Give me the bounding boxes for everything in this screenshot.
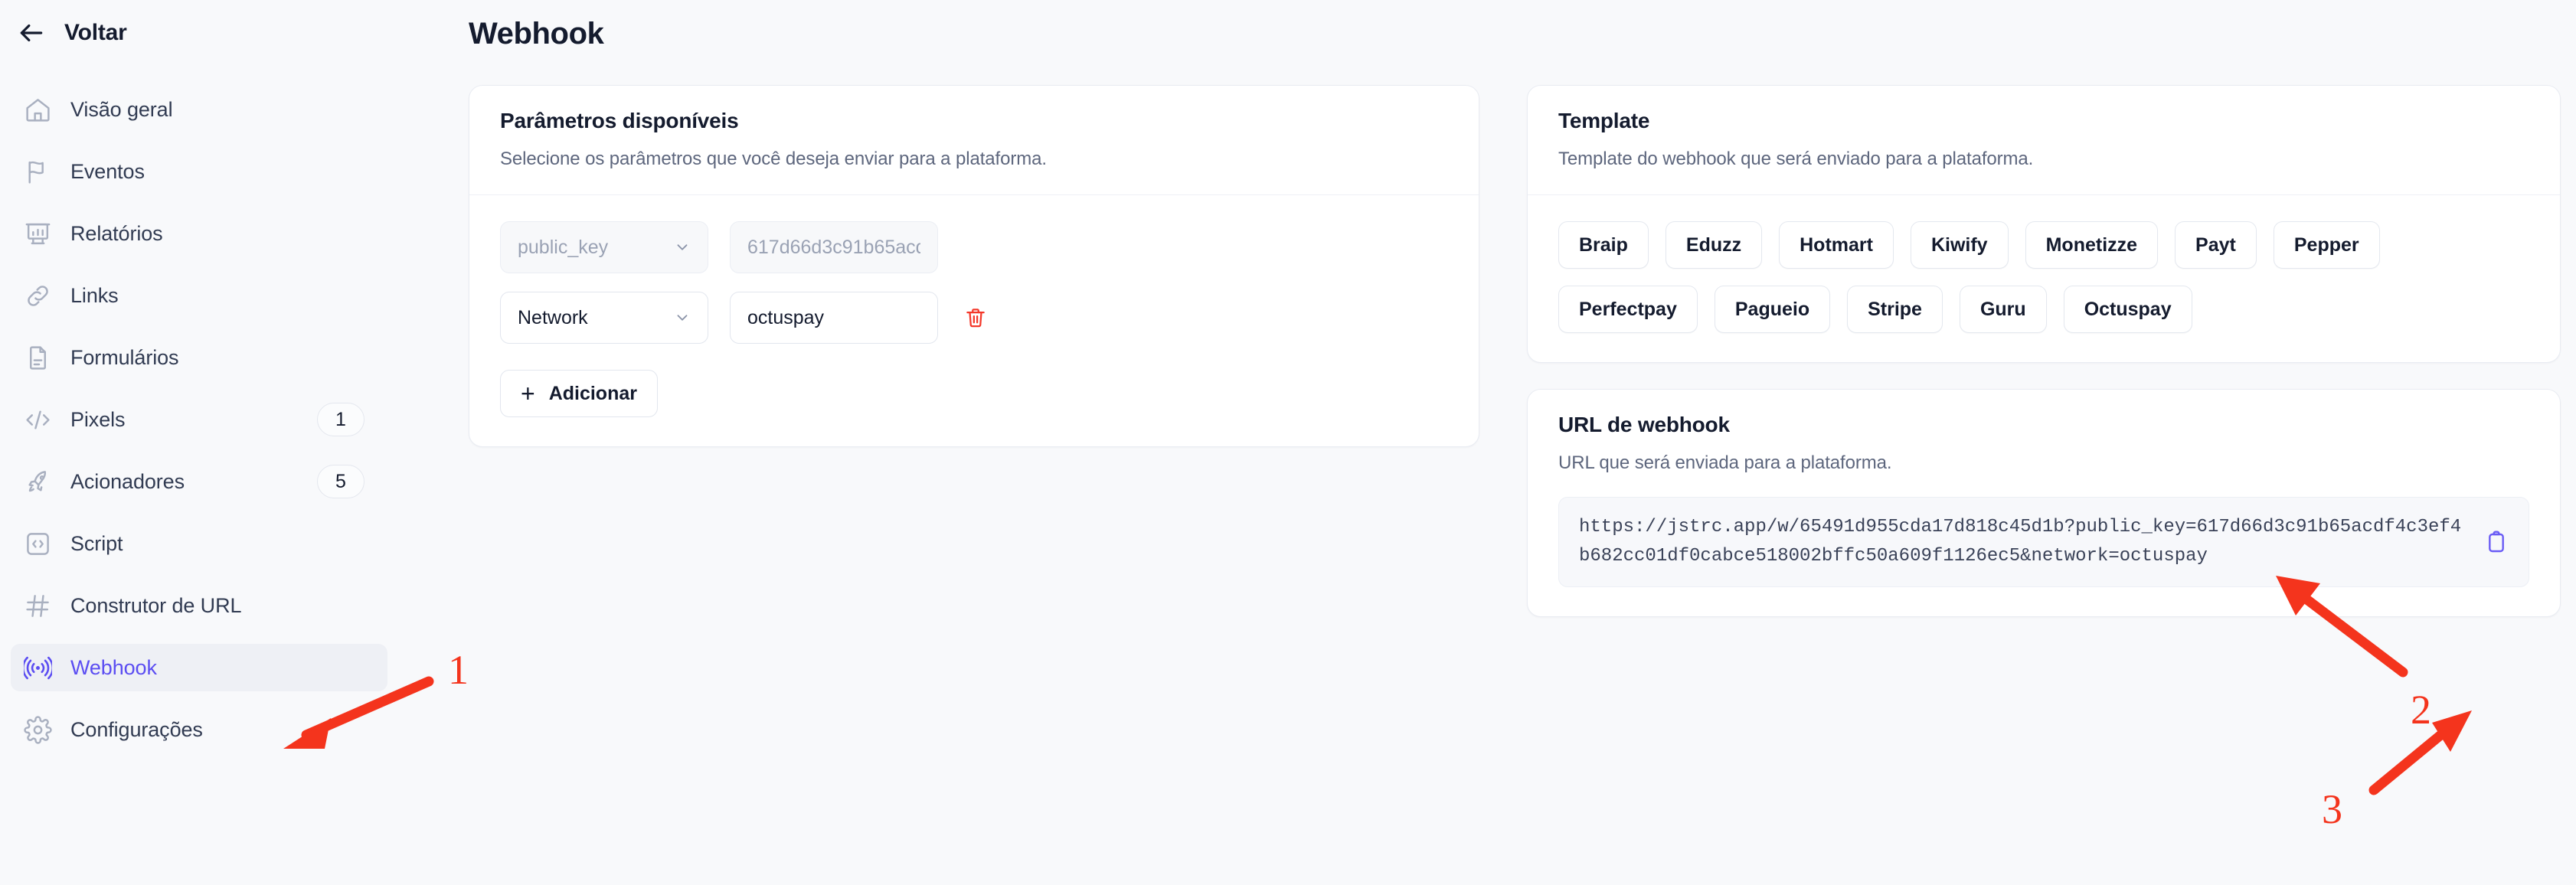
sidebar-item-visao-geral[interactable]: Visão geral <box>11 86 387 133</box>
parameter-select-network[interactable]: Network <box>500 292 708 344</box>
sidebar-item-label: Webhook <box>70 655 157 679</box>
template-option-guru[interactable]: Guru <box>1959 286 2047 333</box>
template-card-header: Template Template do webhook que será en… <box>1528 86 2560 195</box>
parameter-value-text: 617d66d3c91b65acdf4c3ef4b682c <box>747 236 920 258</box>
chart-icon <box>23 219 52 248</box>
sidebar-item-relatorios[interactable]: Relatórios <box>11 210 387 257</box>
add-parameter-label: Adicionar <box>548 382 637 404</box>
sidebar-nav: Visão geral Eventos Relatórios Links For… <box>0 86 398 753</box>
chevron-down-icon <box>674 239 691 256</box>
parameters-card-header: Parâmetros disponíveis Selecione os parâ… <box>469 86 1479 195</box>
template-option-pepper[interactable]: Pepper <box>2273 221 2380 269</box>
sidebar-item-label: Links <box>70 283 119 307</box>
arrow-left-icon <box>17 18 46 47</box>
parameters-card-subtitle: Selecione os parâmetros que você deseja … <box>500 149 1047 169</box>
document-icon <box>23 343 52 372</box>
add-parameter-button[interactable]: + Adicionar <box>500 370 658 417</box>
home-icon <box>23 95 52 124</box>
parameter-select-value: Network <box>518 306 588 328</box>
template-card-body: Braip Eduzz Hotmart Kiwify Monetizze Pay… <box>1528 195 2560 362</box>
parameters-card: Parâmetros disponíveis Selecione os parâ… <box>469 85 1479 447</box>
hash-icon <box>23 591 52 620</box>
webhook-url-box[interactable]: https://jstrc.app/w/65491d955cda17d818c4… <box>1558 497 2529 587</box>
webhook-url-card-title: URL de webhook <box>1558 413 1730 436</box>
parameter-row-public-key: public_key 617d66d3c91b65acdf4c3ef4b682c <box>500 221 1448 273</box>
main-content: Webhook Parâmetros disponíveis Selecione… <box>398 0 2576 885</box>
parameter-value-network[interactable]: octuspay <box>730 292 938 344</box>
chevron-down-icon <box>674 309 691 326</box>
sidebar-item-eventos[interactable]: Eventos <box>11 148 387 195</box>
template-option-hotmart[interactable]: Hotmart <box>1779 221 1894 269</box>
right-column: Template Template do webhook que será en… <box>1527 85 2561 617</box>
parameter-value-text: octuspay <box>747 306 825 328</box>
template-options: Braip Eduzz Hotmart Kiwify Monetizze Pay… <box>1558 221 2529 333</box>
page-title: Webhook <box>469 17 604 51</box>
link-icon <box>23 281 52 310</box>
sidebar-item-pixels[interactable]: Pixels 1 <box>11 396 387 443</box>
webhook-url-card: URL de webhook URL que será enviada para… <box>1527 389 2561 617</box>
copy-url-button[interactable] <box>2481 527 2512 557</box>
parameters-card-body: public_key 617d66d3c91b65acdf4c3ef4b682c <box>469 195 1479 446</box>
webhook-url-card-header: URL de webhook URL que será enviada para… <box>1528 390 2560 491</box>
template-card: Template Template do webhook que será en… <box>1527 85 2561 363</box>
app-root: Voltar Visão geral Eventos Relatórios Li… <box>0 0 2576 885</box>
parameter-select-value: public_key <box>518 236 609 258</box>
sidebar-item-webhook[interactable]: Webhook <box>11 644 387 691</box>
delete-parameter-button[interactable] <box>959 302 992 334</box>
sidebar-item-label: Formulários <box>70 345 179 369</box>
sidebar-item-script[interactable]: Script <box>11 520 387 567</box>
template-option-payt[interactable]: Payt <box>2175 221 2257 269</box>
sidebar-item-acionadores[interactable]: Acionadores 5 <box>11 458 387 505</box>
sidebar-item-formularios[interactable]: Formulários <box>11 334 387 381</box>
plus-icon: + <box>521 380 535 407</box>
sidebar-item-label: Configurações <box>70 717 203 741</box>
back-button[interactable]: Voltar <box>0 0 398 47</box>
sidebar-item-construtor-url[interactable]: Construtor de URL <box>11 582 387 629</box>
left-column: Parâmetros disponíveis Selecione os parâ… <box>469 85 1479 447</box>
template-option-braip[interactable]: Braip <box>1558 221 1649 269</box>
code-box-icon <box>23 529 52 558</box>
template-card-subtitle: Template do webhook que será enviado par… <box>1558 149 2034 169</box>
flag-icon <box>23 157 52 186</box>
template-option-perfectpay[interactable]: Perfectpay <box>1558 286 1698 333</box>
sidebar-badge-acionadores: 5 <box>317 465 364 498</box>
sidebar: Voltar Visão geral Eventos Relatórios Li… <box>0 0 398 885</box>
sidebar-item-label: Pixels <box>70 407 126 431</box>
template-option-eduzz[interactable]: Eduzz <box>1665 221 1763 269</box>
template-option-pagueio[interactable]: Pagueio <box>1714 286 1831 333</box>
code-icon <box>23 405 52 434</box>
sidebar-item-links[interactable]: Links <box>11 272 387 319</box>
content-columns: Parâmetros disponíveis Selecione os parâ… <box>469 85 2561 617</box>
webhook-url-text: https://jstrc.app/w/65491d955cda17d818c4… <box>1579 517 2462 567</box>
parameters-card-title: Parâmetros disponíveis <box>500 109 739 132</box>
sidebar-item-label: Script <box>70 531 123 555</box>
clipboard-icon <box>2484 530 2509 554</box>
sidebar-item-label: Acionadores <box>70 469 185 493</box>
sidebar-item-label: Relatórios <box>70 221 163 245</box>
broadcast-icon <box>23 653 52 682</box>
parameter-value-public-key[interactable]: 617d66d3c91b65acdf4c3ef4b682c <box>730 221 938 273</box>
gear-icon <box>23 715 52 744</box>
webhook-url-card-subtitle: URL que será enviada para a plataforma. <box>1558 452 1892 473</box>
webhook-url-card-body: https://jstrc.app/w/65491d955cda17d818c4… <box>1528 491 2560 616</box>
sidebar-item-label: Visão geral <box>70 97 173 121</box>
sidebar-item-configuracoes[interactable]: Configurações <box>11 706 387 753</box>
template-option-stripe[interactable]: Stripe <box>1847 286 1943 333</box>
trash-icon <box>964 306 987 329</box>
template-option-kiwify[interactable]: Kiwify <box>1910 221 2009 269</box>
rocket-icon <box>23 467 52 496</box>
sidebar-item-label: Eventos <box>70 159 145 183</box>
sidebar-badge-pixels: 1 <box>317 403 364 436</box>
template-option-octuspay[interactable]: Octuspay <box>2063 286 2192 333</box>
template-card-title: Template <box>1558 109 1650 132</box>
parameter-select-public-key[interactable]: public_key <box>500 221 708 273</box>
back-label: Voltar <box>64 20 127 45</box>
parameter-row-network: Network octuspay <box>500 292 1448 344</box>
sidebar-item-label: Construtor de URL <box>70 593 242 617</box>
template-option-monetizze[interactable]: Monetizze <box>2025 221 2159 269</box>
